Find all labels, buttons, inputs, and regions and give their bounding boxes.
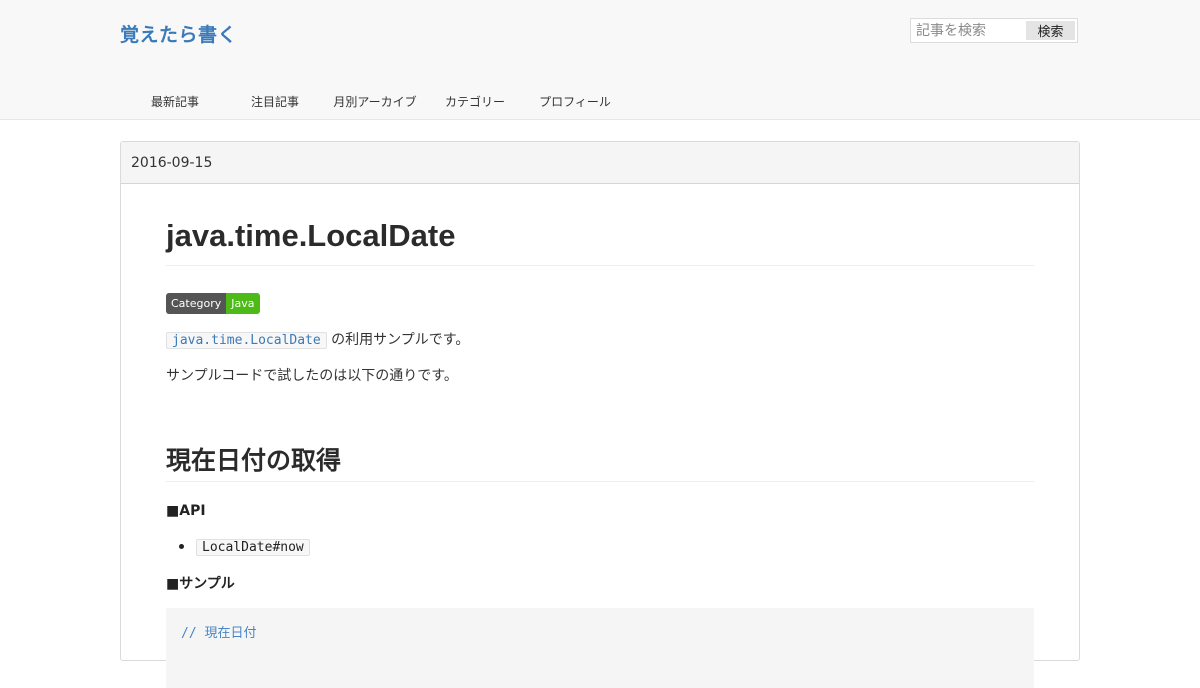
intro-inline-code: java.time.LocalDate	[166, 332, 327, 349]
title-divider	[166, 265, 1034, 266]
category-badge[interactable]: Category Java	[166, 293, 260, 314]
nav-categories[interactable]: カテゴリー	[425, 93, 525, 110]
sample-label: ■サンプル	[166, 576, 235, 592]
global-nav: 最新記事 注目記事 月別アーカイブ カテゴリー プロフィール	[125, 93, 625, 110]
nav-monthly-archive[interactable]: 月別アーカイブ	[325, 93, 425, 110]
blog-header: 覚えたら書く 検索 最新記事 注目記事 月別アーカイブ カテゴリー プロフィール	[0, 0, 1200, 120]
section-heading: 現在日付の取得	[166, 446, 342, 475]
api-label: ■API	[166, 503, 206, 519]
intro-text: の利用サンプルです。	[331, 332, 470, 348]
category-badge-value: Java	[226, 293, 260, 314]
code-comment: // 現在日付	[181, 626, 257, 641]
category-badge-key: Category	[166, 293, 227, 314]
nav-featured-articles[interactable]: 注目記事	[225, 93, 325, 110]
intro-paragraph: java.time.LocalDate の利用サンプルです。	[166, 329, 469, 349]
entry-card: 2016-09-15 java.time.LocalDate Category …	[120, 141, 1080, 688]
api-list-item: LocalDate#now	[196, 539, 310, 556]
search-button[interactable]: 検索	[1026, 21, 1075, 40]
section-divider	[166, 481, 1034, 482]
code-block: // 現在日付	[166, 608, 1034, 688]
api-inline-code: LocalDate#now	[196, 539, 310, 556]
search-input[interactable]	[911, 19, 1032, 42]
list-bullet	[179, 544, 184, 549]
search-form: 検索	[910, 18, 1078, 43]
nav-recent-articles[interactable]: 最新記事	[125, 93, 225, 110]
nav-profile[interactable]: プロフィール	[525, 93, 625, 110]
entry-title[interactable]: java.time.LocalDate	[166, 218, 455, 254]
blog-title-link[interactable]: 覚えたら書く	[120, 20, 237, 47]
intro-paragraph-2: サンプルコードで試したのは以下の通りです。	[166, 368, 458, 384]
entry-date[interactable]: 2016-09-15	[121, 142, 1079, 184]
